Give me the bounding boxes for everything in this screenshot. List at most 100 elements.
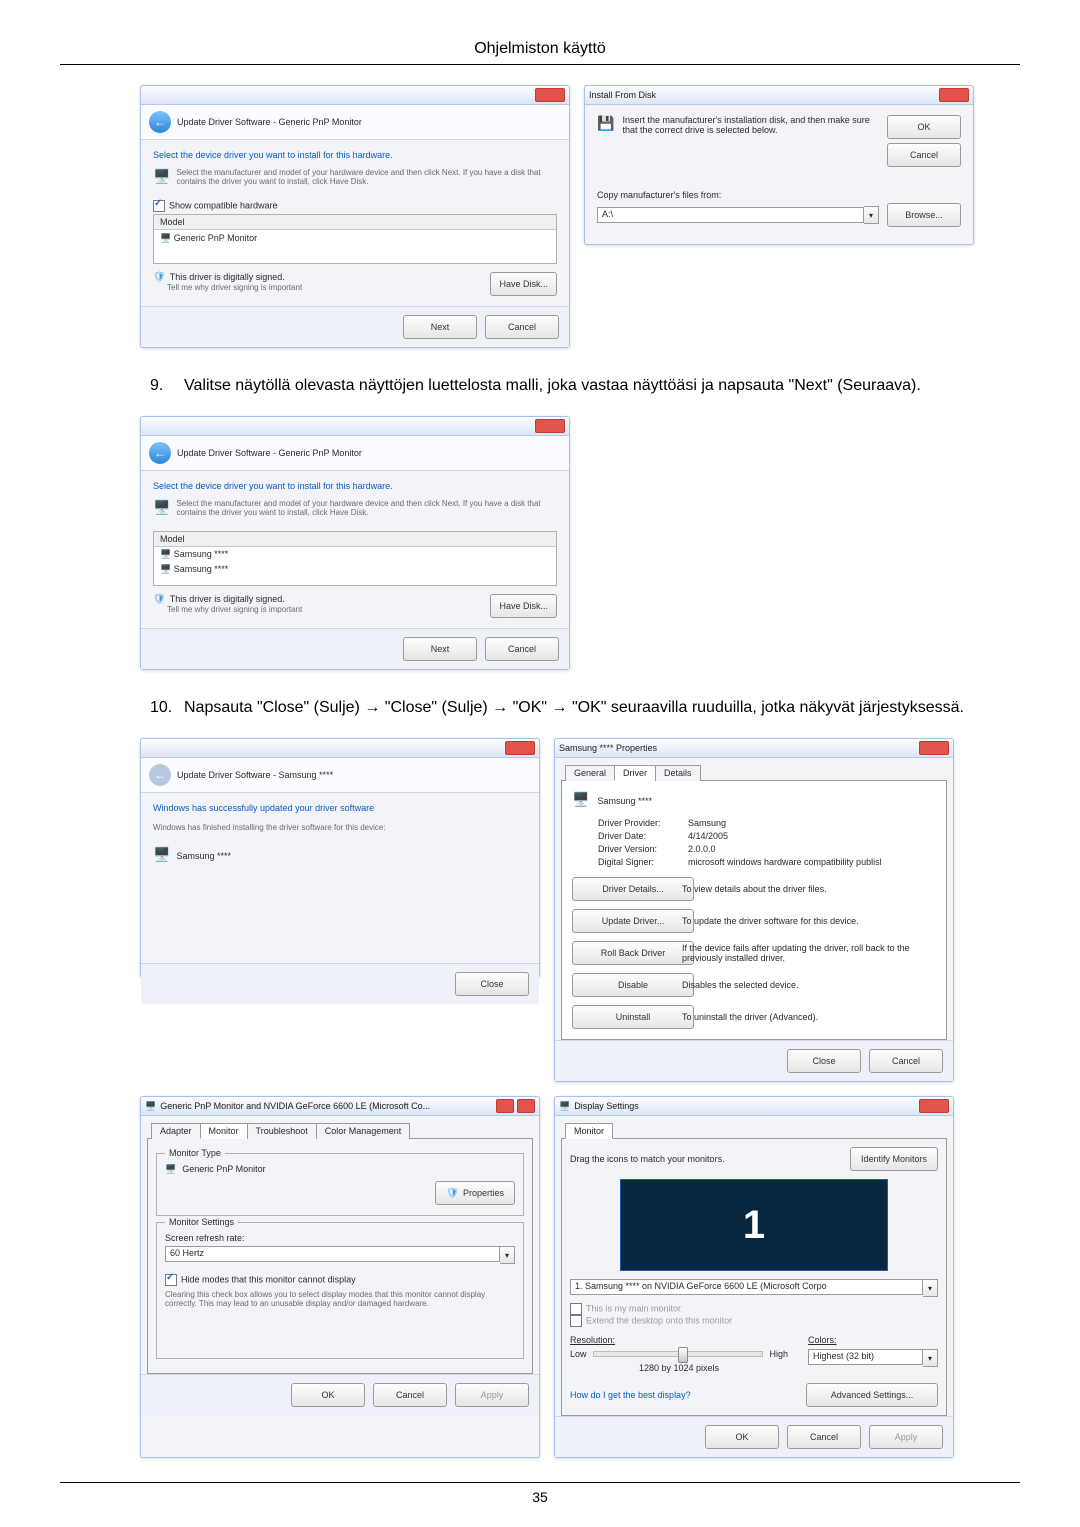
chevron-down-icon[interactable]: ▾ — [864, 206, 879, 224]
cancel-button[interactable]: Cancel — [787, 1425, 861, 1449]
close-icon[interactable] — [919, 1099, 949, 1113]
apply-button[interactable]: Apply — [455, 1383, 529, 1407]
resolution-slider[interactable] — [593, 1351, 764, 1357]
model-item[interactable]: 🖥️ Samsung **** — [154, 547, 556, 562]
titlebar-blank — [145, 90, 148, 100]
disable-button[interactable]: Disable — [572, 973, 694, 997]
update-driver-button[interactable]: Update Driver... — [572, 909, 694, 933]
heading: Select the device driver you want to ins… — [153, 481, 557, 491]
instruction-text: Insert the manufacturer's installation d… — [622, 115, 877, 135]
advanced-settings-button[interactable]: Advanced Settings... — [806, 1383, 938, 1407]
show-compatible-checkbox[interactable] — [153, 200, 165, 212]
tell-why-link[interactable]: Tell me why driver signing is important — [167, 605, 302, 614]
monitor-select[interactable]: 1. Samsung **** on NVIDIA GeForce 6600 L… — [570, 1279, 923, 1295]
back-arrow-icon[interactable]: ← — [149, 111, 171, 133]
step-10-text: 10.Napsauta "Close" (Sulje) → "Close" (S… — [150, 696, 1010, 720]
cancel-button[interactable]: Cancel — [887, 143, 961, 167]
title: Samsung **** Properties — [559, 743, 657, 753]
update-driver-desc: To update the driver software for this d… — [682, 916, 936, 926]
version-value: 2.0.0.0 — [688, 844, 936, 854]
close-icon[interactable] — [517, 1099, 535, 1113]
device-icon: 🖥️ — [153, 499, 170, 517]
version-label: Driver Version: — [598, 844, 688, 854]
drag-instruction: Drag the icons to match your monitors. — [570, 1154, 725, 1164]
footer-rule — [60, 1482, 1020, 1483]
properties-button[interactable]: 🛡Properties — [435, 1181, 515, 1205]
close-icon[interactable] — [939, 88, 969, 102]
close-icon[interactable] — [919, 741, 949, 755]
path-input[interactable]: A:\ — [597, 207, 864, 223]
close-icon[interactable] — [535, 419, 565, 433]
chevron-down-icon[interactable]: ▾ — [923, 1349, 938, 1367]
cancel-button[interactable]: Cancel — [485, 315, 559, 339]
browse-button[interactable]: Browse... — [887, 203, 961, 227]
dialog-update-success: ← Update Driver Software - Samsung **** … — [140, 738, 540, 978]
ok-button[interactable]: OK — [705, 1425, 779, 1449]
slider-thumb-icon[interactable] — [678, 1347, 688, 1363]
close-icon[interactable] — [505, 741, 535, 755]
next-button[interactable]: Next — [403, 315, 477, 339]
heading: Windows has successfully updated your dr… — [153, 803, 527, 813]
shield-icon: 🛡 — [446, 1188, 459, 1199]
floppy-icon: 💾 — [597, 115, 614, 132]
apply-button[interactable]: Apply — [869, 1425, 943, 1449]
model-item-text: Samsung **** — [174, 549, 229, 559]
model-item[interactable]: 🖥️ Generic PnP Monitor — [154, 230, 556, 247]
tab-adapter[interactable]: Adapter — [151, 1123, 201, 1139]
have-disk-button[interactable]: Have Disk... — [490, 272, 557, 296]
breadcrumb-text: Update Driver Software - Generic PnP Mon… — [177, 117, 362, 127]
help-icon[interactable] — [496, 1099, 514, 1113]
device-icon: 🖥️ — [572, 791, 589, 807]
close-icon[interactable] — [535, 88, 565, 102]
step-10-body: Napsauta "Close" (Sulje) → "Close" (Sulj… — [184, 699, 964, 716]
close-button[interactable]: Close — [455, 972, 529, 996]
tab-general[interactable]: General — [565, 765, 615, 781]
title: Generic PnP Monitor and NVIDIA GeForce 6… — [160, 1101, 430, 1111]
tab-driver[interactable]: Driver — [614, 765, 656, 781]
model-item[interactable]: 🖥️ Samsung **** — [154, 562, 556, 577]
colors-label: Colors: — [808, 1335, 938, 1345]
monitor-preview[interactable]: 1 — [620, 1179, 888, 1271]
rollback-button[interactable]: Roll Back Driver — [572, 941, 694, 965]
chevron-down-icon[interactable]: ▾ — [500, 1246, 515, 1264]
titlebar-blank — [145, 421, 148, 431]
cancel-button[interactable]: Cancel — [869, 1049, 943, 1073]
cancel-button[interactable]: Cancel — [373, 1383, 447, 1407]
uninstall-desc: To uninstall the driver (Advanced). — [682, 1012, 936, 1022]
tab-color-management[interactable]: Color Management — [316, 1123, 411, 1139]
ok-button[interactable]: OK — [887, 115, 961, 139]
dialog-device-properties: Samsung **** Properties General Driver D… — [554, 738, 954, 1082]
cancel-button[interactable]: Cancel — [485, 637, 559, 661]
tell-why-link[interactable]: Tell me why driver signing is important — [167, 283, 302, 292]
resolution-value: 1280 by 1024 pixels — [570, 1363, 788, 1373]
title: Display Settings — [574, 1101, 639, 1111]
have-disk-button[interactable]: Have Disk... — [490, 594, 557, 618]
main-monitor-label: This is my main monitor — [586, 1303, 681, 1313]
tab-troubleshoot[interactable]: Troubleshoot — [247, 1123, 317, 1139]
identify-monitors-button[interactable]: Identify Monitors — [850, 1147, 938, 1171]
tab-monitor[interactable]: Monitor — [200, 1123, 248, 1139]
uninstall-button[interactable]: Uninstall — [572, 1005, 694, 1029]
model-item-text: Generic PnP Monitor — [174, 233, 257, 243]
back-arrow-icon[interactable]: ← — [149, 442, 171, 464]
tab-details[interactable]: Details — [655, 765, 701, 781]
model-column-header: Model — [154, 215, 556, 230]
dialog-update-driver-1: ← Update Driver Software - Generic PnP M… — [140, 85, 570, 348]
hide-modes-checkbox[interactable] — [165, 1274, 177, 1286]
colors-select[interactable]: Highest (32 bit) — [808, 1349, 923, 1365]
signed-text: This driver is digitally signed. — [170, 272, 285, 282]
close-button[interactable]: Close — [787, 1049, 861, 1073]
chevron-down-icon[interactable]: ▾ — [923, 1279, 938, 1297]
driver-details-button[interactable]: Driver Details... — [572, 877, 694, 901]
tab-monitor[interactable]: Monitor — [565, 1123, 613, 1139]
header-rule — [60, 64, 1020, 65]
refresh-rate-select[interactable]: 60 Hertz — [165, 1246, 500, 1262]
dialog-monitor-properties: 🖥️Generic PnP Monitor and NVIDIA GeForce… — [140, 1096, 540, 1458]
monitor-settings-group: Monitor Settings — [165, 1217, 238, 1227]
display-icon: 🖥️ — [559, 1101, 570, 1112]
next-button[interactable]: Next — [403, 637, 477, 661]
ok-button[interactable]: OK — [291, 1383, 365, 1407]
titlebar-blank — [145, 743, 148, 753]
provider-label: Driver Provider: — [598, 818, 688, 828]
best-display-link[interactable]: How do I get the best display? — [570, 1390, 691, 1400]
